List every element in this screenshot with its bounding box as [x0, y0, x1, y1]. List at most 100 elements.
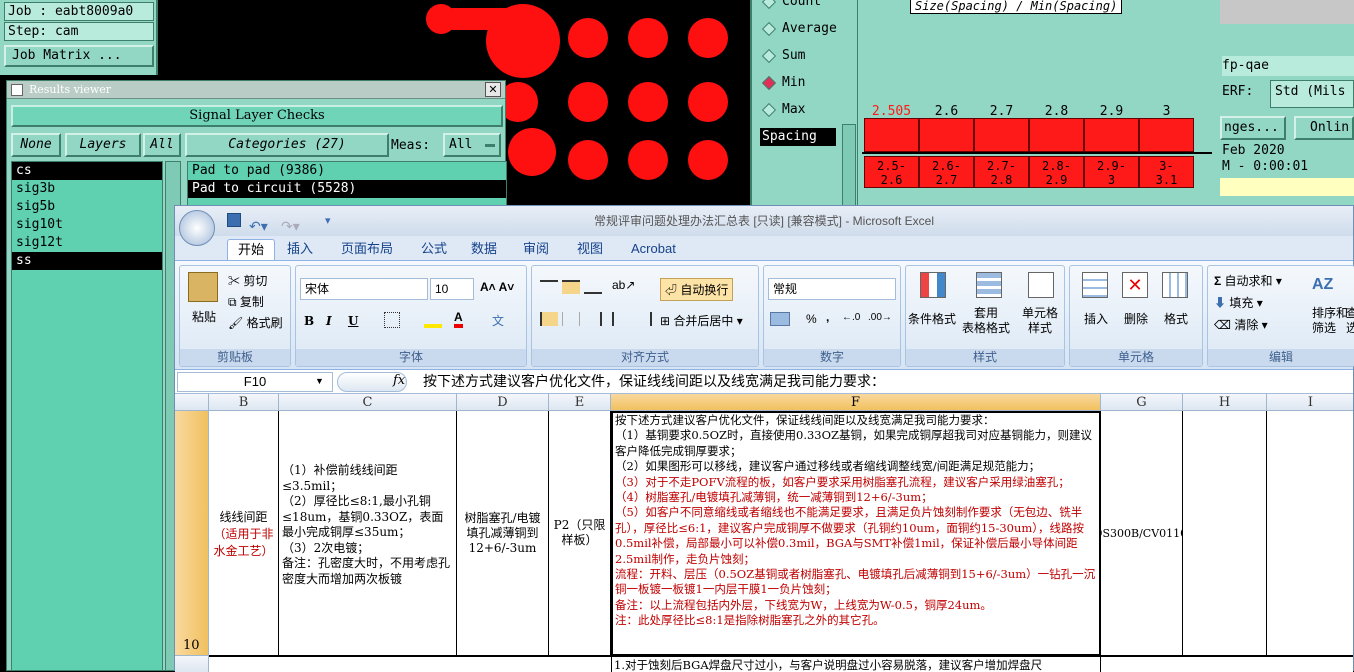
- italic-button[interactable]: I: [326, 314, 332, 328]
- cell-d10[interactable]: 树脂塞孔/电镀填孔减薄铜到12+6/-3um: [457, 411, 549, 656]
- none-button[interactable]: None: [11, 133, 61, 157]
- orientation-icon[interactable]: ab↗: [612, 278, 635, 292]
- increase-indent-icon[interactable]: [634, 312, 652, 326]
- sort-filter-icon[interactable]: AZ: [1312, 276, 1333, 294]
- layer-list[interactable]: cs sig3b sig5b sig10t sig12t ss: [11, 161, 163, 671]
- sort-filter-button[interactable]: 排序和 筛选: [1312, 306, 1348, 336]
- ribbon-tab-0[interactable]: 开始: [227, 239, 276, 260]
- paste-icon[interactable]: [188, 272, 218, 302]
- autosum-button[interactable]: Σ 自动求和 ▾: [1214, 272, 1282, 289]
- customize-qat-icon[interactable]: ▾: [325, 206, 331, 236]
- radio-average[interactable]: Average: [761, 21, 837, 36]
- copy-button[interactable]: ⧉ 复制: [228, 293, 264, 310]
- column-header-h[interactable]: H: [1183, 394, 1267, 411]
- ribbon-tab-7[interactable]: Acrobat: [621, 239, 686, 260]
- radio-count[interactable]: Count: [761, 0, 821, 9]
- ribbon-tab-3[interactable]: 公式: [411, 239, 457, 260]
- cell-g10[interactable]: 8A9S300B/CV01106R: [1101, 411, 1183, 656]
- select-all-corner[interactable]: [175, 394, 209, 411]
- column-header-b[interactable]: B: [209, 394, 279, 411]
- layer-item-sig10t[interactable]: sig10t: [12, 216, 162, 234]
- formula-input[interactable]: 按下述方式建议客户优化文件，保证线线间距以及线宽满足我司能力要求：: [423, 372, 885, 392]
- column-header-e[interactable]: E: [549, 394, 611, 411]
- align-middle-icon[interactable]: [562, 280, 580, 294]
- format-cells-button[interactable]: 格式: [1164, 310, 1188, 327]
- insert-cells-icon[interactable]: [1082, 272, 1108, 298]
- column-header-g[interactable]: G: [1101, 394, 1183, 411]
- clear-button[interactable]: ⌫ 清除 ▾: [1214, 316, 1268, 333]
- comma-button[interactable]: ,: [826, 310, 829, 324]
- percent-button[interactable]: %: [806, 312, 817, 326]
- scrollbar[interactable]: [842, 124, 856, 206]
- format-as-table-button[interactable]: 套用 表格格式: [962, 306, 1010, 336]
- cell-c10[interactable]: （1）补偿前线线间距≤3.5mil； （2）厚径比≤8:1,最小孔铜≤18um，基…: [279, 411, 457, 656]
- cell-f10[interactable]: 按下述方式建议客户优化文件，保证线线间距以及线宽满足我司能力要求： （1）基铜要求…: [611, 411, 1101, 656]
- cell-h10[interactable]: [1183, 411, 1267, 656]
- increase-decimal-icon[interactable]: ←.0: [842, 312, 860, 323]
- align-left-icon[interactable]: [540, 312, 558, 326]
- align-right-icon[interactable]: [584, 312, 602, 326]
- all-layers-button[interactable]: All: [143, 133, 181, 157]
- name-box[interactable]: F10: [177, 372, 333, 392]
- cell-b10[interactable]: 线线间距 （适用于非水金工艺）: [209, 411, 279, 656]
- online-button[interactable]: Onlin: [1294, 116, 1354, 140]
- category-item[interactable]: Pad to pad (9386): [188, 162, 506, 180]
- results-viewer-titlebar[interactable]: Results viewer ✕: [7, 81, 505, 99]
- ribbon-tab-5[interactable]: 审阅: [513, 239, 559, 260]
- fill-color-icon[interactable]: [424, 312, 442, 328]
- histogram-bar[interactable]: [1029, 118, 1084, 152]
- meas-select[interactable]: All: [443, 133, 501, 157]
- borders-icon[interactable]: [384, 312, 400, 328]
- radio-min[interactable]: Min: [761, 75, 805, 90]
- column-header-d[interactable]: D: [457, 394, 549, 411]
- histogram-bar[interactable]: [1084, 118, 1139, 152]
- grow-font-icon[interactable]: A˄ A˅: [480, 280, 514, 294]
- format-painter-button[interactable]: 🖌 格式刷: [228, 314, 283, 331]
- format-as-table-icon[interactable]: [976, 272, 1002, 298]
- row-header-10[interactable]: 10: [175, 411, 209, 656]
- cell-styles-icon[interactable]: [1028, 272, 1054, 298]
- currency-icon[interactable]: [770, 312, 790, 326]
- layer-item-sig3b[interactable]: sig3b: [12, 180, 162, 198]
- layer-item-sig12t[interactable]: sig12t: [12, 234, 162, 252]
- merge-center-button[interactable]: ⊞ 合并后居中 ▾: [660, 312, 743, 329]
- histogram-bar[interactable]: [974, 118, 1029, 152]
- layer-item-ss[interactable]: ss: [12, 252, 162, 270]
- fill-button[interactable]: ⬇ 填充 ▾: [1214, 294, 1263, 311]
- insert-function-button[interactable]: fx: [393, 373, 405, 388]
- font-size-select[interactable]: 10: [430, 278, 474, 300]
- spreadsheet-grid[interactable]: BCDEFGHI 10 线线间距 （适用于非水金工艺） （1）补偿前线线间距≤3.…: [175, 394, 1353, 672]
- column-header-f[interactable]: F: [611, 394, 1101, 411]
- font-color-icon[interactable]: A: [454, 310, 463, 328]
- delete-cells-icon[interactable]: ✕: [1122, 272, 1148, 298]
- decrease-decimal-icon[interactable]: .00→: [868, 312, 892, 323]
- ribbon-tab-4[interactable]: 数据: [461, 239, 507, 260]
- cell-styles-button[interactable]: 单元格 样式: [1022, 306, 1058, 336]
- row-header-11[interactable]: [175, 656, 209, 672]
- erf-select[interactable]: Std (Mils: [1270, 80, 1354, 108]
- cell-f11[interactable]: 1.对于蚀刻后BGA焊盘尺寸过小，与客户说明盘过小容易脱落，建议客户增加焊盘尺: [611, 657, 1101, 672]
- radio-max[interactable]: Max: [761, 102, 805, 117]
- category-item[interactable]: Pad to circuit (5528): [188, 180, 506, 198]
- wrap-text-button[interactable]: ⏎ 自动换行: [660, 278, 734, 301]
- column-header-c[interactable]: C: [279, 394, 457, 411]
- save-icon[interactable]: [227, 213, 241, 227]
- ribbon-tab-1[interactable]: 插入: [277, 239, 323, 260]
- window-menu-icon[interactable]: [11, 84, 23, 96]
- histogram-bar[interactable]: [919, 118, 974, 152]
- histogram-bar[interactable]: [1139, 118, 1194, 152]
- spacing-list-item[interactable]: Spacing: [760, 128, 836, 146]
- align-bottom-icon[interactable]: [584, 280, 602, 294]
- paste-button[interactable]: 粘贴: [192, 308, 216, 325]
- cell-i10[interactable]: [1267, 411, 1353, 656]
- format-cells-icon[interactable]: [1162, 272, 1188, 298]
- underline-button[interactable]: U: [348, 314, 358, 328]
- find-select-button[interactable]: 查 选: [1346, 306, 1354, 336]
- close-icon[interactable]: ✕: [485, 82, 501, 97]
- changes-button[interactable]: nges...: [1220, 116, 1286, 140]
- ribbon-tab-2[interactable]: 页面布局: [331, 239, 403, 260]
- cut-button[interactable]: ✂ 剪切: [228, 272, 267, 289]
- cell-e10[interactable]: P2（只限样板）: [549, 411, 611, 656]
- job-matrix-button[interactable]: Job Matrix ...: [4, 45, 154, 67]
- font-name-select[interactable]: 宋体: [300, 278, 428, 300]
